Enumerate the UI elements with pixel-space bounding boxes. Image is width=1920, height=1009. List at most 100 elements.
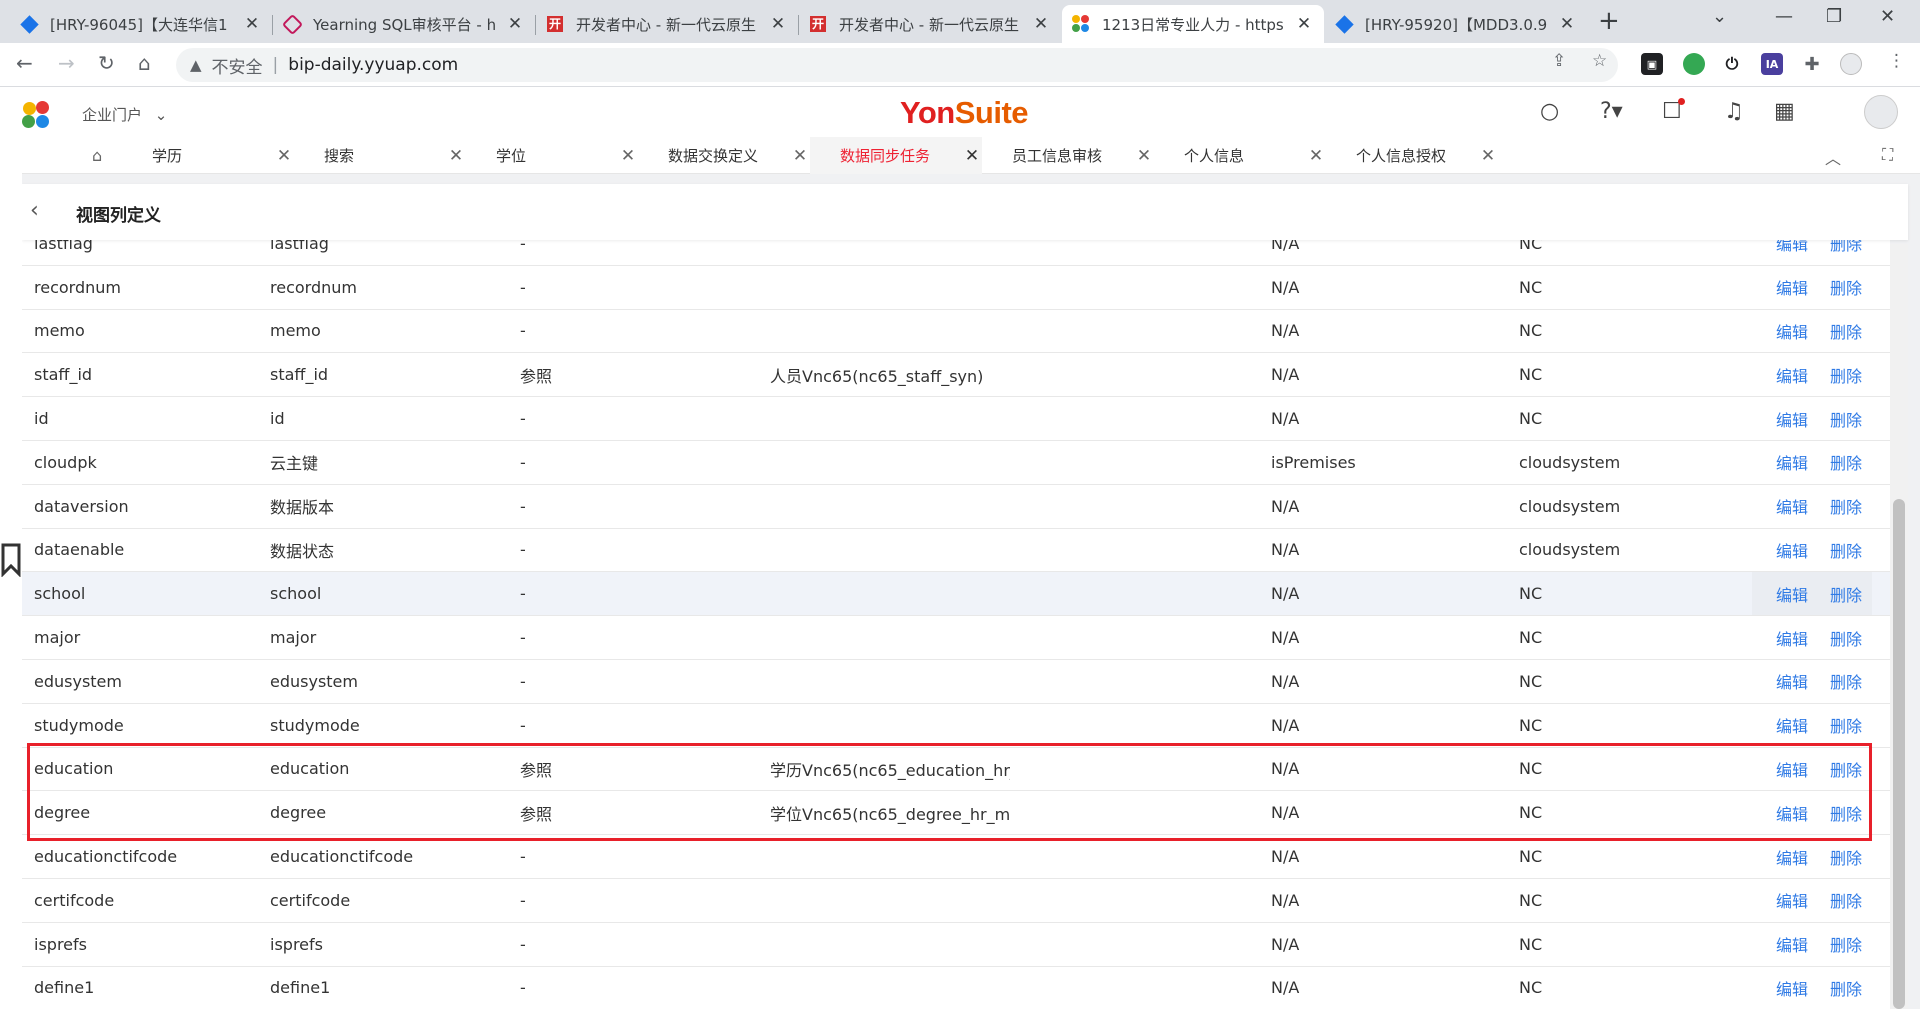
edit-link[interactable]: 编辑 [1776,572,1816,615]
edit-link[interactable]: 编辑 [1776,704,1816,747]
delete-link[interactable]: 删除 [1830,791,1870,834]
close-icon[interactable]: ✕ [1134,146,1154,166]
delete-link[interactable]: 删除 [1830,529,1870,572]
delete-link[interactable]: 删除 [1830,353,1870,396]
close-icon[interactable]: ✕ [962,146,982,166]
table-row[interactable]: staff_id staff_id 参照 人员Vnc65(nc65_staff_syn… [22,353,1890,398]
edit-link[interactable]: 编辑 [1776,441,1816,484]
browser-tab[interactable]: Yearning SQL审核平台 - h ✕ [273,5,536,43]
table-row[interactable]: isprefs isprefs - N/A NC 编辑 删除 [22,923,1890,967]
delete-link[interactable]: 删除 [1830,835,1870,878]
table-row[interactable]: major major - N/A NC 编辑 删除 [22,616,1890,660]
close-tab-icon[interactable]: ✕ [242,14,262,34]
table-row[interactable]: recordnum recordnum - N/A NC 编辑 删除 [22,266,1890,310]
tab-education[interactable]: 学历 ✕ [122,137,294,174]
home-icon[interactable]: ⌂ [92,146,102,165]
edit-link[interactable]: 编辑 [1776,310,1816,353]
home-icon[interactable]: ⌂ [138,51,151,75]
forward-icon[interactable]: → [58,51,75,75]
minimize-icon[interactable]: — [1775,6,1793,27]
table-row[interactable]: edusystem edusystem - N/A NC 编辑 删除 [22,660,1890,704]
new-tab-icon[interactable]: + [1598,6,1620,36]
browser-tab[interactable]: 开 开发者中心 - 新一代云原生 ✕ [799,5,1061,43]
address-bar[interactable]: ▲ 不安全 | bip-daily.yyuap.com [176,48,1618,82]
delete-link[interactable]: 删除 [1830,310,1870,353]
share-icon[interactable]: ⇪ [1552,51,1566,71]
restore-icon[interactable]: ❐ [1826,6,1842,27]
close-tab-icon[interactable]: ✕ [768,14,788,34]
delete-link[interactable]: 删除 [1830,266,1870,309]
table-row[interactable]: certifcode certifcode - N/A NC 编辑 删除 [22,879,1890,923]
edit-link[interactable]: 编辑 [1776,879,1816,922]
tab-search-icon[interactable]: ⌄ [1712,6,1727,27]
reload-icon[interactable]: ↻ [98,51,115,75]
extension-icon[interactable]: ▣ [1641,53,1663,75]
tab-data-exchange-definition[interactable]: 数据交换定义 ✕ [638,137,810,174]
browser-tab[interactable]: [HRY-95920]【MDD3.0.9 ✕ [1325,5,1587,43]
tab-search[interactable]: 搜索 ✕ [294,137,466,174]
browser-tab-active[interactable]: 1213日常专业人力 - https ✕ [1062,5,1324,43]
portal-switcher[interactable]: 企业门户 ⌄ [82,104,167,125]
browser-tab[interactable]: 开 开发者中心 - 新一代云原生 ✕ [536,5,799,43]
headset-icon[interactable]: ♫ [1724,99,1744,124]
close-tab-icon[interactable]: ✕ [1031,14,1051,34]
back-arrow-icon[interactable]: ‹ [30,198,39,223]
search-icon[interactable]: ○ [1540,99,1559,124]
table-row[interactable]: define1 define1 - N/A NC 编辑 删除 [22,967,1890,1009]
edit-link[interactable]: 编辑 [1776,397,1816,440]
close-tab-icon[interactable]: ✕ [1294,14,1314,34]
table-row[interactable]: dataversion 数据版本 - N/A cloudsystem 编辑 删除 [22,485,1890,529]
bookmark-star-icon[interactable]: ☆ [1592,51,1607,71]
tab-personal-info[interactable]: 个人信息 ✕ [1154,137,1326,174]
table-row[interactable]: education education 参照 学历Vnc65(nc65_educati… [22,748,1890,792]
edit-link[interactable]: 编辑 [1776,266,1816,309]
table-row[interactable]: degree degree 参照 学位Vnc65(nc65_degree_hr_m..… [22,791,1890,836]
tab-employee-info-review[interactable]: 员工信息审核 ✕ [982,137,1154,174]
delete-link[interactable]: 删除 [1830,397,1870,440]
delete-link[interactable]: 删除 [1830,879,1870,922]
table-row[interactable]: cloudpk 云主键 - isPremises cloudsystem 编辑 删除 [22,441,1890,485]
close-icon[interactable]: ✕ [790,146,810,166]
close-tab-icon[interactable]: ✕ [505,14,525,34]
edit-link[interactable]: 编辑 [1776,748,1816,791]
close-icon[interactable]: ✕ [1306,146,1326,166]
table-row[interactable]: school school - N/A NC 编辑 删除 [22,572,1890,617]
fullscreen-icon[interactable]: ⛶ [1882,145,1893,165]
delete-link[interactable]: 删除 [1830,967,1870,1009]
close-window-icon[interactable]: ✕ [1880,6,1895,27]
edit-link[interactable]: 编辑 [1776,529,1816,572]
puzzle-icon[interactable]: ✚ [1801,53,1823,75]
table-row[interactable]: studymode studymode - N/A NC 编辑 删除 [22,704,1890,748]
menu-dots-icon[interactable]: ⋮ [1888,51,1905,71]
ia-extension-icon[interactable]: IA [1761,53,1783,75]
close-icon[interactable]: ✕ [618,146,638,166]
delete-link[interactable]: 删除 [1830,441,1870,484]
delete-link[interactable]: 删除 [1830,748,1870,791]
edit-link[interactable]: 编辑 [1776,485,1816,528]
profile-avatar-icon[interactable] [1840,53,1862,75]
delete-link[interactable]: 删除 [1830,660,1870,703]
tab-data-sync-task[interactable]: 数据同步任务 ✕ [810,137,982,174]
table-row[interactable]: dataenable 数据状态 - N/A cloudsystem 编辑 删除 [22,529,1890,573]
edit-link[interactable]: 编辑 [1776,967,1816,1009]
tab-personal-info-auth[interactable]: 个人信息授权 ✕ [1326,137,1498,174]
extension-badge-icon[interactable] [1683,53,1705,75]
vertical-scrollbar[interactable] [1890,244,1908,1009]
close-tab-icon[interactable]: ✕ [1557,14,1577,34]
collapse-up-icon[interactable]: ︿ [1825,145,1841,169]
help-icon[interactable]: ?▾ [1600,99,1623,124]
edit-link[interactable]: 编辑 [1776,353,1816,396]
delete-link[interactable]: 删除 [1830,616,1870,659]
delete-link[interactable]: 删除 [1830,923,1870,966]
delete-link[interactable]: 删除 [1830,572,1870,615]
app-logo-icon[interactable] [22,101,50,129]
edit-link[interactable]: 编辑 [1776,923,1816,966]
edit-link[interactable]: 编辑 [1776,660,1816,703]
tab-degree[interactable]: 学位 ✕ [466,137,638,174]
back-icon[interactable]: ← [16,51,33,75]
edit-link[interactable]: 编辑 [1776,835,1816,878]
delete-link[interactable]: 删除 [1830,485,1870,528]
close-icon[interactable]: ✕ [274,146,294,166]
message-icon[interactable]: ☐ [1662,98,1685,124]
power-icon[interactable]: ⏻ [1721,53,1743,75]
